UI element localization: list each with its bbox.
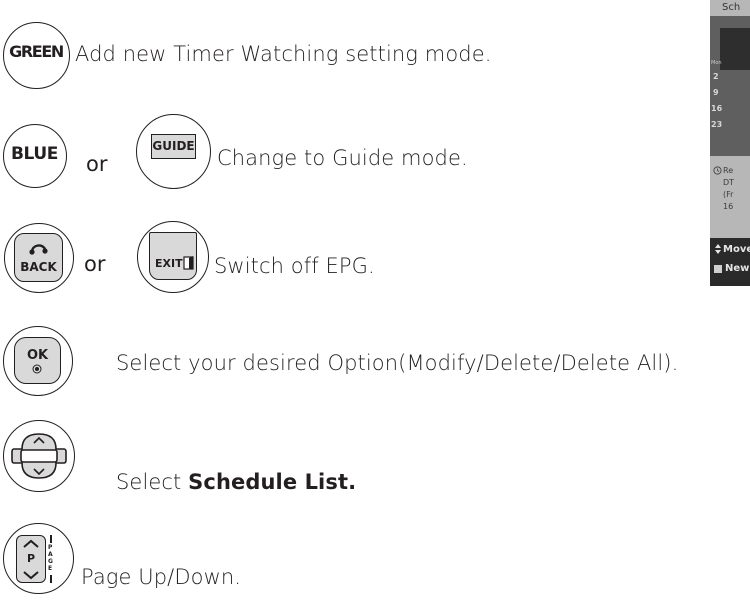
page-button-label: P	[26, 552, 36, 565]
calendar-header	[720, 28, 750, 70]
schedule-list-label: Schedule List.	[188, 470, 357, 494]
navigation-description-prefix: Select	[116, 470, 189, 494]
guide-button-label: GUIDE	[152, 139, 195, 153]
page-description: Page Up/Down.	[81, 565, 242, 589]
or-text: or	[84, 252, 106, 276]
updown-arrow-icon	[715, 244, 721, 254]
exit-description: Switch off EPG.	[214, 254, 375, 278]
blue-button-label: BLUE	[10, 144, 58, 164]
back-button: BACK	[14, 233, 63, 282]
guide-key: GUIDE	[151, 134, 196, 159]
page-side-bar-bottom	[50, 575, 52, 583]
screen-title: Sch	[722, 2, 741, 13]
page-button: P	[16, 535, 46, 583]
green-description: Add new Timer Watching setting mode.	[75, 42, 492, 66]
footer-move: Move	[723, 244, 750, 255]
calendar-panel: Mon 2 9 16 23	[710, 16, 750, 156]
calendar-day: 2	[713, 72, 719, 81]
page-up-chevron-icon	[23, 539, 39, 548]
note-line: 16	[723, 202, 734, 211]
or-text: or	[86, 152, 108, 176]
back-button-label: BACK	[20, 260, 57, 274]
clock-icon	[713, 166, 722, 175]
navigation-description: Select Schedule List.	[116, 472, 356, 493]
page-down-chevron-icon	[23, 571, 39, 580]
green-button[interactable]: GREEN	[3, 22, 70, 89]
ok-button: OK	[14, 337, 61, 384]
calendar-day: 16	[711, 104, 723, 113]
exit-button-circle[interactable]: EXIT	[137, 221, 209, 293]
note-line: (Fr	[723, 190, 734, 199]
back-button-circle[interactable]: BACK	[4, 223, 74, 293]
back-arrow-icon	[29, 244, 48, 255]
ok-button-label: OK	[26, 348, 49, 363]
green-square-icon	[714, 265, 722, 273]
exit-button-label: EXIT	[155, 257, 183, 270]
ok-dot-icon	[32, 364, 42, 374]
page-side-bar-top	[50, 535, 52, 543]
footer-new: New	[725, 263, 750, 274]
ok-description: Select your desired Option(Modify/Delete…	[116, 351, 679, 375]
navigation-button-circle[interactable]	[3, 420, 75, 492]
navigation-pad-icon	[11, 433, 67, 479]
schedule-list-screenshot: Sch Mon 2 9 16 23 Re DT (Fr 16 Move New	[710, 0, 750, 286]
note-line: Re	[723, 166, 734, 175]
page-side-label: PAGE	[48, 544, 53, 572]
exit-button: EXIT	[149, 232, 197, 280]
calendar-day: 9	[713, 88, 719, 97]
guide-button[interactable]: GUIDE	[136, 114, 211, 189]
page-button-circle[interactable]: P PAGE	[3, 523, 74, 594]
guide-description: Change to Guide mode.	[217, 146, 468, 170]
ok-button-circle[interactable]: OK	[3, 326, 73, 396]
weekday-label: Mon	[711, 60, 722, 66]
screen-footer: Move New	[710, 238, 750, 286]
exit-door-icon	[183, 256, 194, 270]
blue-button[interactable]: BLUE	[3, 124, 67, 188]
calendar-day: 23	[711, 120, 723, 129]
note-line: DT	[723, 178, 735, 187]
green-button-label: GREEN	[9, 42, 64, 61]
